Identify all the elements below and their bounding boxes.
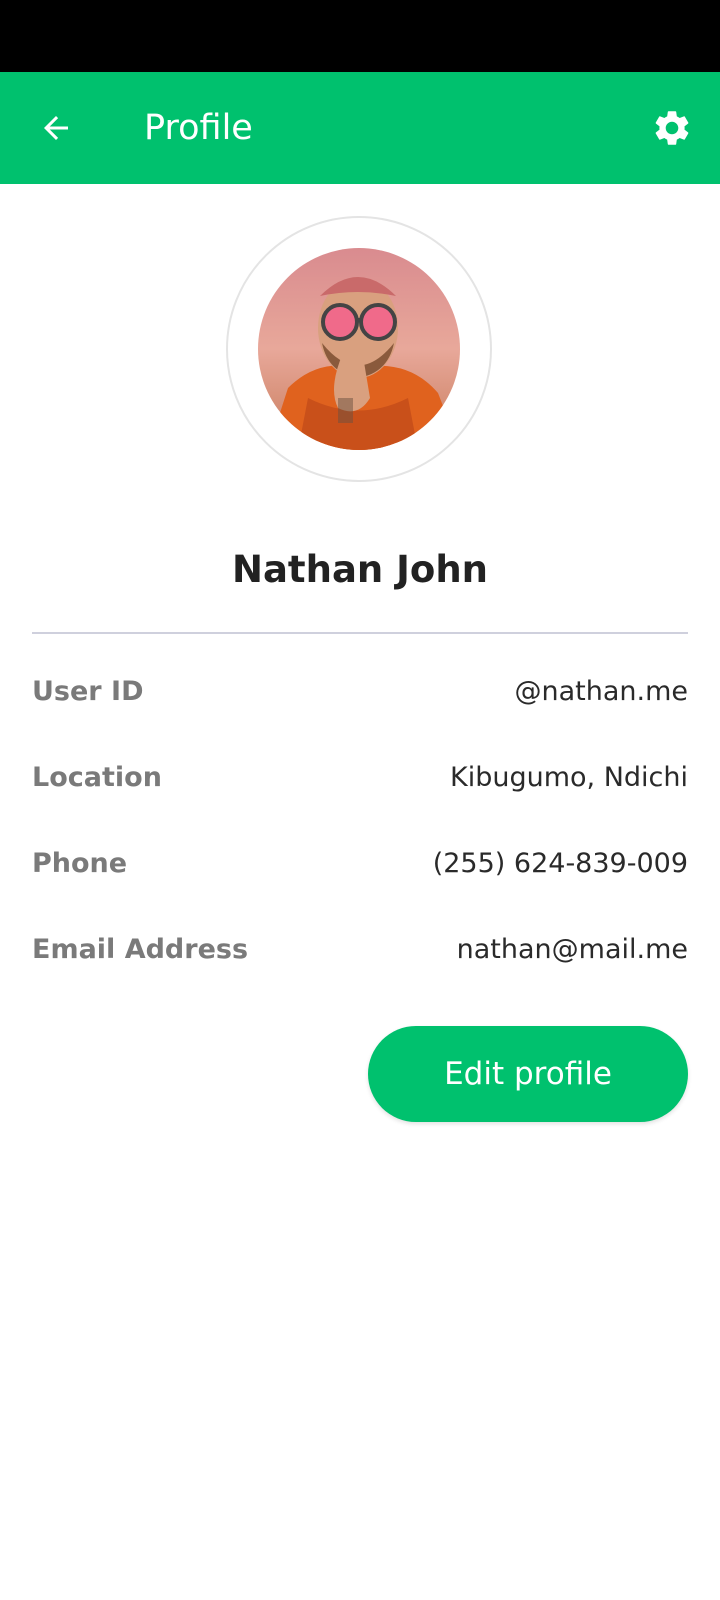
profile-name: Nathan John <box>231 548 489 591</box>
avatar[interactable] <box>258 248 460 450</box>
arrow-left-icon <box>44 116 68 140</box>
status-bar <box>0 0 720 72</box>
gear-icon <box>655 111 689 145</box>
info-label: Phone <box>32 848 128 879</box>
info-row-email: Email Address nathan@mail.me <box>32 920 688 980</box>
info-row-user-id: User ID @nathan.me <box>32 662 688 722</box>
settings-button[interactable] <box>644 100 700 156</box>
info-label: User ID <box>32 676 144 707</box>
info-value: (255) 624-839-009 <box>432 848 688 879</box>
info-row-phone: Phone (255) 624-839-009 <box>32 834 688 894</box>
edit-profile-button[interactable]: Edit profile <box>368 1026 688 1122</box>
divider <box>32 632 688 634</box>
page-title: Profile <box>144 108 253 148</box>
info-value: Kibugumo, Ndichi <box>450 762 688 793</box>
app-bar: Profile <box>0 72 720 184</box>
info-value: @nathan.me <box>514 676 688 707</box>
info-label: Location <box>32 762 162 793</box>
info-label: Email Address <box>32 934 249 965</box>
info-value: nathan@mail.me <box>456 934 688 965</box>
info-row-location: Location Kibugumo, Ndichi <box>32 748 688 808</box>
back-button[interactable] <box>28 100 84 156</box>
avatar-photo <box>258 248 460 450</box>
